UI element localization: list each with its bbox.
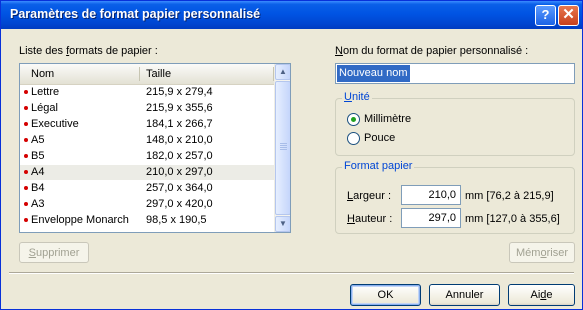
- bullet-icon: [24, 186, 28, 190]
- list-item[interactable]: A3 297,0 x 420,0: [20, 197, 274, 212]
- chevron-up-icon: ▲: [279, 67, 287, 76]
- paper-list-label: Liste des formats de papier :: [19, 45, 158, 57]
- list-scrollbar[interactable]: ▲ ▼: [274, 64, 290, 232]
- radio-millimetre[interactable]: [347, 113, 360, 126]
- paper-name: B4: [31, 182, 45, 194]
- custom-name-input[interactable]: Nouveau nom: [335, 63, 575, 84]
- list-header: Nom Taille: [20, 64, 274, 85]
- custom-name-label: Nom du format de papier personnalisé :: [335, 45, 529, 57]
- paper-format-group: Format papier Largeur : 210,0 mm [76,2 à…: [335, 160, 575, 234]
- window-title: Paramètres de format papier personnalisé: [10, 7, 261, 21]
- paper-format-list[interactable]: Nom Taille Lettre 215,9 x 279,4 Légal 215,9…: [19, 63, 291, 233]
- paper-size: 98,5 x 190,5: [146, 214, 207, 226]
- custom-paper-size-dialog: Paramètres de format papier personnalisé…: [0, 0, 583, 310]
- delete-button[interactable]: Supprimer: [19, 242, 89, 263]
- width-range: mm [76,2 à 215,9]: [465, 190, 554, 202]
- question-icon: ?: [541, 7, 550, 22]
- paper-size: 184,1 x 266,7: [146, 118, 213, 130]
- save-button[interactable]: Mémoriser: [509, 242, 575, 263]
- paper-name: Légal: [31, 102, 58, 114]
- paper-size: 297,0 x 420,0: [146, 198, 213, 210]
- radio-pouce[interactable]: [347, 132, 360, 145]
- paper-name: A3: [31, 198, 45, 210]
- height-range: mm [127,0 à 355,6]: [465, 213, 560, 225]
- list-item[interactable]: B5 182,0 x 257,0: [20, 149, 274, 164]
- paper-name: A5: [31, 134, 45, 146]
- paper-name: A4: [31, 166, 45, 178]
- dialog-separator: [9, 272, 574, 274]
- chevron-down-icon: ▼: [279, 219, 287, 228]
- help-button[interactable]: Aide: [508, 284, 575, 306]
- paper-size: 257,0 x 364,0: [146, 182, 213, 194]
- list-item[interactable]: Enveloppe Monarch 98,5 x 190,5: [20, 213, 274, 228]
- close-title-button[interactable]: ✕: [558, 5, 579, 26]
- bullet-icon: [24, 170, 28, 174]
- custom-name-value: Nouveau nom: [337, 65, 410, 82]
- column-header-size[interactable]: Taille: [146, 68, 171, 80]
- help-title-button[interactable]: ?: [535, 5, 556, 26]
- paper-name: Enveloppe Monarch: [31, 214, 129, 226]
- list-item[interactable]: Légal 215,9 x 355,6: [20, 101, 274, 116]
- paper-name: Executive: [31, 118, 79, 130]
- close-icon: ✕: [562, 6, 575, 23]
- list-item[interactable]: Executive 184,1 x 266,7: [20, 117, 274, 132]
- radio-selected-dot: [351, 117, 356, 122]
- list-item[interactable]: A5 148,0 x 210,0: [20, 133, 274, 148]
- paper-size: 215,9 x 355,6: [146, 102, 213, 114]
- unit-group-legend: Unité: [342, 91, 372, 103]
- width-label: Largeur :: [347, 190, 392, 202]
- paper-name: Lettre: [31, 86, 60, 98]
- paper-size: 148,0 x 210,0: [146, 134, 213, 146]
- list-item[interactable]: B4 257,0 x 364,0: [20, 181, 274, 196]
- column-header-name[interactable]: Nom: [31, 68, 54, 80]
- width-input[interactable]: 210,0: [401, 185, 461, 205]
- list-item[interactable]: Lettre 215,9 x 279,4: [20, 85, 274, 100]
- scroll-down-button[interactable]: ▼: [275, 216, 290, 232]
- cancel-button[interactable]: Annuler: [429, 284, 500, 306]
- ok-button[interactable]: OK: [350, 284, 421, 306]
- paper-size: 210,0 x 297,0: [146, 166, 213, 178]
- scroll-thumb[interactable]: [275, 81, 290, 215]
- bullet-icon: [24, 202, 28, 206]
- list-item[interactable]: A4 210,0 x 297,0: [20, 165, 274, 180]
- scroll-up-button[interactable]: ▲: [275, 64, 290, 80]
- bullet-icon: [24, 122, 28, 126]
- title-bar[interactable]: Paramètres de format papier personnalisé…: [1, 1, 582, 29]
- height-label: Hauteur :: [347, 213, 393, 225]
- paper-name: B5: [31, 150, 45, 162]
- radio-pouce-label[interactable]: Pouce: [364, 132, 395, 144]
- bullet-icon: [24, 90, 28, 94]
- paper-size: 182,0 x 257,0: [146, 150, 213, 162]
- bullet-icon: [24, 138, 28, 142]
- radio-millimetre-label[interactable]: Millimètre: [364, 113, 411, 125]
- bullet-icon: [24, 154, 28, 158]
- height-input[interactable]: 297,0: [401, 208, 461, 228]
- unit-group: Unité Millimètre Pouce: [335, 91, 575, 156]
- bullet-icon: [24, 106, 28, 110]
- paper-size: 215,9 x 279,4: [146, 86, 213, 98]
- paper-format-legend: Format papier: [342, 160, 415, 172]
- bullet-icon: [24, 218, 28, 222]
